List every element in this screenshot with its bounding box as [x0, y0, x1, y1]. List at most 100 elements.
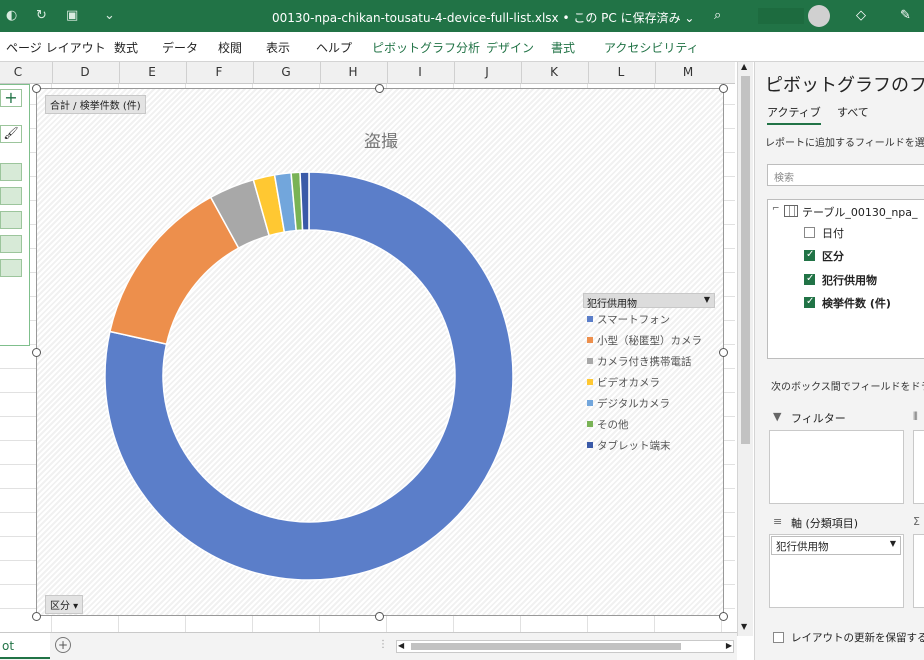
multi-select-icon[interactable]: + — [0, 89, 22, 107]
legend-drop-zone[interactable] — [913, 430, 924, 504]
horizontal-scrollbar[interactable]: ◀ ▶ — [396, 640, 734, 653]
values-drop-zone[interactable] — [913, 534, 924, 608]
diamond-icon[interactable]: ◇ — [856, 8, 866, 23]
tab-review[interactable]: 校閲 — [218, 39, 242, 56]
slicer-item[interactable] — [0, 187, 22, 205]
scroll-down-icon[interactable]: ▼ — [741, 622, 747, 631]
defer-update-checkbox[interactable] — [773, 632, 784, 643]
column-header[interactable]: J — [457, 65, 517, 79]
column-divider[interactable] — [387, 62, 388, 84]
slicer-item[interactable] — [0, 235, 22, 253]
pen-icon[interactable]: ✎ — [900, 8, 911, 23]
tab-accessibility[interactable]: アクセシビリティ — [604, 39, 699, 56]
field-search-input[interactable]: 検索 — [767, 164, 924, 186]
column-divider[interactable] — [52, 62, 53, 84]
legend-item[interactable]: スマートフォン — [583, 308, 715, 329]
chart-legend[interactable]: 犯行供用物 ▼ スマートフォン 小型（秘匿型）カメラ カメラ付き携帯電話 ビデオ… — [583, 293, 715, 455]
legend-item[interactable]: 小型（秘匿型）カメラ — [583, 329, 715, 350]
legend-list: スマートフォン 小型（秘匿型）カメラ カメラ付き携帯電話 ビデオカメラ デジタル… — [583, 308, 715, 455]
save-icon[interactable]: ▣ — [66, 8, 78, 23]
file-title[interactable]: 00130-npa-chikan-tousatu-4-device-full-l… — [272, 9, 694, 26]
column-header[interactable]: G — [256, 65, 316, 79]
legend-item[interactable]: デジタルカメラ — [583, 392, 715, 413]
scrollbar-thumb[interactable] — [411, 643, 681, 650]
column-header[interactable]: M — [658, 65, 718, 79]
resize-handle[interactable] — [719, 84, 728, 93]
tab-pivotchart-analyze[interactable]: ピボットグラフ分析 — [372, 39, 480, 56]
tab-design[interactable]: デザイン — [486, 39, 534, 56]
resize-handle[interactable] — [32, 348, 41, 357]
scroll-left-icon[interactable]: ◀ — [398, 641, 404, 650]
field-checkbox-date[interactable] — [804, 227, 815, 238]
axis-field-button[interactable]: 区分 ▾ — [45, 595, 84, 614]
slicer-item[interactable] — [0, 163, 22, 181]
column-divider[interactable] — [454, 62, 455, 84]
tab-page-layout[interactable]: ページ レイアウト — [6, 39, 106, 56]
sheet-tab[interactable]: ot — [0, 633, 50, 659]
add-sheet-icon[interactable]: + — [55, 637, 71, 653]
column-divider[interactable] — [588, 62, 589, 84]
field-device[interactable]: 犯行供用物 — [822, 272, 877, 288]
field-count[interactable]: 検挙件数 (件) — [822, 295, 891, 311]
collapse-icon[interactable]: ⌐ — [772, 204, 780, 214]
resize-handle[interactable] — [719, 612, 728, 621]
column-divider[interactable] — [186, 62, 187, 84]
scrollbar-thumb[interactable] — [741, 76, 750, 444]
tab-active-fields[interactable]: アクティブ — [767, 104, 821, 125]
field-checkbox-device[interactable] — [804, 273, 815, 285]
avatar[interactable] — [808, 5, 830, 27]
column-header[interactable]: I — [390, 65, 450, 79]
tab-formulas[interactable]: 数式 — [114, 39, 138, 56]
resize-handle[interactable] — [719, 348, 728, 357]
donut-slice[interactable] — [109, 196, 240, 346]
clear-filter-icon[interactable]: 🖌 — [0, 125, 22, 143]
field-category[interactable]: 区分 — [822, 248, 844, 264]
resize-handle[interactable] — [375, 84, 384, 93]
tab-data[interactable]: データ — [162, 39, 198, 56]
column-header[interactable]: C — [0, 65, 48, 79]
tab-help[interactable]: ヘルプ — [316, 39, 352, 56]
scroll-up-icon[interactable]: ▲ — [741, 62, 747, 71]
slicer-item[interactable] — [0, 259, 22, 277]
splitter-handle-icon[interactable]: ⋮ — [378, 639, 388, 650]
search-icon[interactable]: ⌕ — [714, 8, 721, 23]
vertical-scrollbar[interactable]: ▲ ▼ — [737, 62, 753, 636]
legend-item[interactable]: タブレット端末 — [583, 434, 715, 455]
tab-format[interactable]: 書式 — [551, 39, 575, 56]
column-header[interactable]: F — [189, 65, 249, 79]
field-checkbox-category[interactable] — [804, 249, 815, 261]
column-divider[interactable] — [655, 62, 656, 84]
axis-field-item[interactable]: 犯行供用物 ▼ — [771, 536, 901, 555]
legend-item[interactable]: その他 — [583, 413, 715, 434]
field-date[interactable]: 日付 — [822, 225, 844, 241]
tab-view[interactable]: 表示 — [266, 39, 290, 56]
field-checkbox-count[interactable] — [804, 296, 815, 308]
column-header[interactable]: K — [524, 65, 584, 79]
slicer-item[interactable] — [0, 211, 22, 229]
table-name[interactable]: テーブル_00130_npa_ — [802, 204, 918, 220]
column-header[interactable]: D — [55, 65, 115, 79]
filter-drop-zone[interactable] — [769, 430, 904, 504]
column-header[interactable]: E — [122, 65, 182, 79]
column-header[interactable]: L — [591, 65, 651, 79]
legend-item[interactable]: カメラ付き携帯電話 — [583, 350, 715, 371]
customize-qat-icon[interactable]: ⌄ — [104, 8, 115, 23]
tab-all-fields[interactable]: すべて — [837, 104, 869, 120]
resize-handle[interactable] — [32, 84, 41, 93]
column-divider[interactable] — [320, 62, 321, 84]
redo-icon[interactable]: ↻ — [36, 8, 47, 23]
column-divider[interactable] — [253, 62, 254, 84]
legend-field-button[interactable]: 犯行供用物 ▼ — [583, 293, 715, 310]
pivot-chart[interactable]: 合計 / 検挙件数 (件) 盗撮 犯行供用物 ▼ スマートフォン 小型（秘匿型）… — [36, 88, 724, 616]
column-divider[interactable] — [521, 62, 522, 84]
dropdown-arrow-icon[interactable]: ▼ — [890, 539, 896, 548]
legend-item[interactable]: ビデオカメラ — [583, 371, 715, 392]
column-divider[interactable] — [119, 62, 120, 84]
column-headers: C D E F G H I J K L M — [0, 62, 735, 84]
account-name-box[interactable] — [758, 8, 804, 24]
autosave-icon[interactable]: ◐ — [6, 8, 17, 23]
resize-handle[interactable] — [32, 612, 41, 621]
column-header[interactable]: H — [323, 65, 383, 79]
resize-handle[interactable] — [375, 612, 384, 621]
scroll-right-icon[interactable]: ▶ — [726, 641, 732, 650]
